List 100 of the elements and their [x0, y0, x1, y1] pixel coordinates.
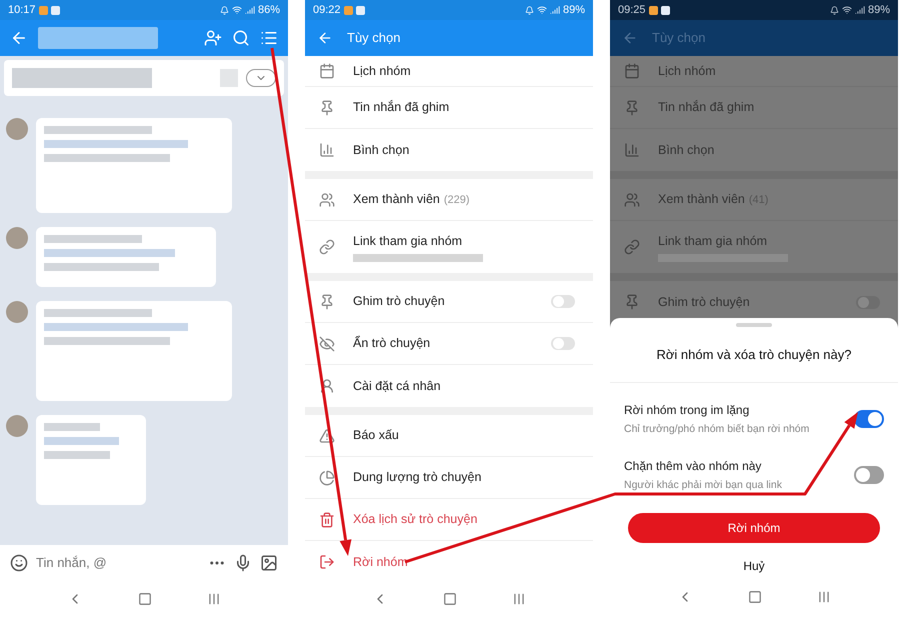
menu-label: Tin nhắn đã ghim [658, 99, 754, 116]
menu-label: Xem thành viên [658, 191, 745, 208]
avatar [6, 415, 28, 437]
menu-item[interactable]: Báo xấu [305, 415, 593, 457]
menu-item[interactable]: Ẩn trò chuyện [305, 323, 593, 365]
bell-icon [524, 6, 534, 14]
menu-label: Ghim trò chuyện [658, 294, 750, 311]
menu-label: Dung lượng trò chuyện [353, 469, 482, 486]
toggle-switch[interactable] [854, 410, 884, 428]
menu-label: Xóa lịch sử trò chuyện [353, 511, 478, 528]
header-title: Tùy chọn [652, 29, 706, 48]
home-nav-icon[interactable] [442, 592, 457, 606]
menu-item[interactable]: Xem thành viên (229) [305, 179, 593, 221]
option-subtitle: Chỉ trưởng/phó nhóm biết bạn rời nhóm [624, 422, 810, 437]
image-icon[interactable] [260, 554, 278, 572]
menu-item[interactable]: Dung lượng trò chuyện [305, 457, 593, 499]
mic-icon[interactable] [234, 554, 252, 572]
signal-icon [854, 5, 865, 15]
menu-label: Tin nhắn đã ghim [353, 99, 450, 116]
search-icon[interactable] [232, 29, 250, 47]
menu-label: Bình chọn [353, 142, 410, 159]
toggle-switch[interactable] [551, 295, 575, 308]
avatar [6, 301, 28, 323]
pin-icon [624, 294, 640, 310]
menu-item[interactable]: Rời nhóm [305, 541, 593, 580]
message-input[interactable]: Tin nhắn, @ [36, 552, 200, 572]
signal-icon [550, 5, 560, 15]
menu-label: Rời nhóm [353, 554, 408, 571]
menu-label: Cài đặt cá nhân [353, 378, 441, 395]
menu-label: Báo xấu [353, 427, 399, 444]
battery-level: 89% [868, 2, 890, 18]
eye-off-icon [319, 336, 335, 352]
wifi-icon [536, 5, 547, 15]
menu-item[interactable]: Link tham gia nhóm [305, 221, 593, 273]
home-nav-icon[interactable] [138, 592, 152, 606]
status-time: 10:17 [8, 2, 36, 18]
link-icon [319, 239, 335, 255]
cancel-button[interactable]: Huỷ [735, 555, 773, 577]
bar-chart-icon [624, 142, 640, 158]
menu-item[interactable]: Xóa lịch sử trò chuyện [305, 499, 593, 541]
menu-label: Lịch nhóm [658, 62, 716, 80]
add-member-icon[interactable] [204, 29, 222, 47]
people-icon [624, 192, 640, 208]
menu-item[interactable]: Tin nhắn đã ghim [305, 87, 593, 129]
recents-nav-icon[interactable] [206, 592, 221, 606]
toggle-switch[interactable] [854, 466, 884, 484]
wifi-icon [232, 5, 242, 15]
menu-item[interactable]: Cài đặt cá nhân [305, 365, 593, 407]
people-icon [319, 192, 335, 208]
calendar-icon [319, 63, 335, 79]
status-time: 09:22 [313, 2, 341, 18]
menu-item[interactable]: Lịch nhóm [305, 56, 593, 87]
composer-bar[interactable]: Tin nhắn, @ [0, 545, 288, 580]
home-nav-icon[interactable] [748, 590, 762, 604]
leave-group-button[interactable]: Rời nhóm [628, 513, 880, 543]
back-icon[interactable] [622, 30, 638, 46]
bell-icon [220, 6, 229, 14]
recents-nav-icon[interactable] [816, 590, 831, 604]
pin-icon [624, 100, 640, 116]
sheet-handle[interactable] [736, 323, 772, 327]
pin-icon [319, 100, 335, 116]
recents-nav-icon[interactable] [512, 592, 526, 606]
bell-icon [830, 6, 839, 14]
calendar-icon [624, 63, 640, 79]
option-title: Chặn thêm vào nhóm này [624, 458, 762, 475]
blurred-text [44, 423, 100, 431]
header-title: Tùy chọn [347, 29, 400, 48]
menu-label: Lịch nhóm [353, 62, 411, 80]
expand-button[interactable] [246, 69, 276, 87]
back-icon[interactable] [10, 29, 28, 47]
battery-level: 89% [562, 2, 585, 18]
avatar [6, 227, 28, 249]
emoji-icon[interactable] [10, 554, 28, 572]
exit-icon [319, 554, 335, 570]
menu-label: Xem thành viên [353, 191, 440, 208]
menu-icon[interactable] [260, 29, 278, 47]
person-icon [319, 378, 335, 394]
menu-label: Link tham gia nhóm [353, 232, 462, 250]
back-icon[interactable] [317, 30, 333, 46]
pin-icon [319, 294, 335, 310]
battery-level: 86% [258, 2, 280, 18]
menu-label: Ghim trò chuyện [353, 293, 445, 310]
menu-item[interactable]: Ghim trò chuyện [305, 281, 593, 323]
avatar [6, 118, 28, 140]
status-time: 09:25 [618, 2, 646, 18]
menu-label: Link tham gia nhóm [658, 232, 768, 250]
wifi-icon [842, 5, 852, 15]
warning-icon [319, 428, 335, 444]
toggle-switch[interactable] [856, 296, 880, 308]
member-count: (229) [444, 193, 470, 208]
trash-icon [319, 512, 335, 528]
menu-item[interactable]: Bình chọn [305, 129, 593, 171]
menu-label: Bình chọn [658, 142, 714, 159]
option-title: Rời nhóm trong im lặng [624, 402, 750, 419]
pie-chart-icon [319, 470, 335, 486]
dialog-title: Rời nhóm và xóa trò chuyện này? [656, 346, 852, 364]
menu-label: Ẩn trò chuyện [353, 334, 430, 352]
toggle-switch[interactable] [551, 337, 575, 350]
link-icon [624, 239, 640, 255]
signal-icon [244, 5, 255, 15]
